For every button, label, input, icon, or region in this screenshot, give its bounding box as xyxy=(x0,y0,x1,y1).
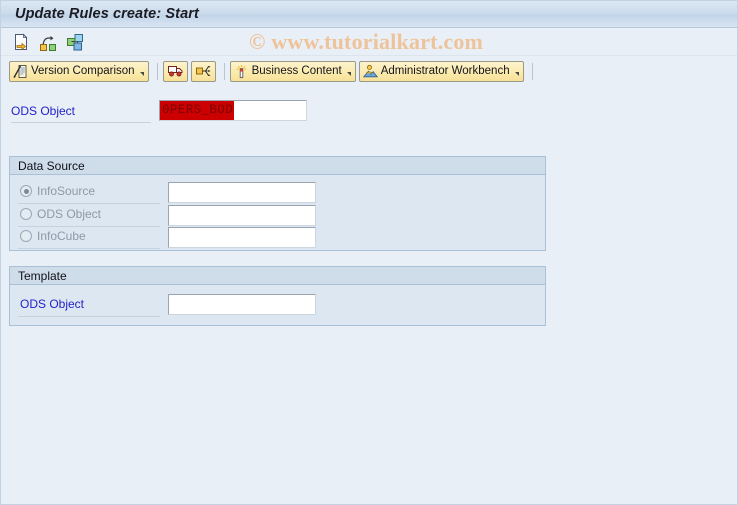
multiple-objects-icon[interactable] xyxy=(65,32,85,52)
row-underline xyxy=(11,122,151,123)
row-underline xyxy=(18,248,160,249)
template-body: ODS Object xyxy=(10,285,545,317)
administrator-workbench-button[interactable]: Administrator Workbench xyxy=(358,60,524,82)
window-titlebar: Update Rules create: Start xyxy=(1,1,737,28)
transport-truck-button[interactable] xyxy=(162,60,188,82)
ods-object-row: ODS Object 0PERS_BOD xyxy=(1,98,307,124)
infocube-value xyxy=(169,236,172,240)
business-content-button[interactable]: Business Content xyxy=(229,60,356,82)
watermark-text: © www.tutorialkart.com xyxy=(249,29,484,54)
toolbar-separator xyxy=(156,62,158,80)
template-groupbox: Template ODS Object xyxy=(9,266,546,326)
system-toolbar: © www.tutorialkart.com xyxy=(1,28,737,56)
toolbar-separator xyxy=(223,62,225,80)
copy-branch-icon[interactable] xyxy=(38,32,58,52)
chevron-down-icon[interactable] xyxy=(514,72,519,76)
data-source-legend: Data Source xyxy=(10,157,545,175)
ods-object-source-input[interactable] xyxy=(168,204,316,226)
toolbar-separator xyxy=(531,62,533,80)
template-ods-object-label: ODS Object xyxy=(20,297,85,311)
template-ods-object-input[interactable] xyxy=(168,294,316,315)
template-ods-object-value xyxy=(169,303,172,307)
ods-object-radio-group[interactable]: ODS Object xyxy=(20,207,101,221)
distribute-network-button[interactable] xyxy=(190,60,216,82)
infosource-radio-group[interactable]: InfoSource xyxy=(20,184,95,198)
application-toolbar: Version Comparison Business Content Admi… xyxy=(1,56,737,86)
administrator-workbench-label: Administrator Workbench xyxy=(380,65,510,77)
radio-button-icon[interactable] xyxy=(20,230,32,242)
version-comparison-label: Version Comparison xyxy=(31,65,135,77)
chevron-down-icon[interactable] xyxy=(139,72,144,76)
data-source-legend-label: Data Source xyxy=(18,158,85,173)
execute-document-icon[interactable] xyxy=(11,32,31,52)
infosource-value xyxy=(169,191,172,195)
version-comparison-button[interactable]: Version Comparison xyxy=(9,60,149,82)
ods-object-input[interactable]: 0PERS_BOD xyxy=(159,100,307,121)
ods-object-source-label: ODS Object xyxy=(37,206,102,221)
radio-button-icon[interactable] xyxy=(20,185,32,197)
data-source-body: InfoSource ODS Object InfoCube xyxy=(10,175,545,249)
data-source-groupbox: Data Source InfoSource ODS Object InfoCu… xyxy=(9,156,546,251)
infosource-label: InfoSource xyxy=(37,184,96,198)
radio-button-icon[interactable] xyxy=(20,207,32,220)
infosource-input[interactable] xyxy=(168,182,316,203)
infocube-input[interactable] xyxy=(168,227,316,248)
infocube-row: InfoCube xyxy=(10,226,545,249)
template-legend-label: Template xyxy=(18,268,67,283)
business-content-torch-icon xyxy=(234,64,249,79)
sap-window: Update Rules create: Start © www.tutoria… xyxy=(0,0,738,505)
chevron-down-icon[interactable] xyxy=(346,72,351,76)
distribute-network-icon xyxy=(195,63,212,79)
ods-object-value: 0PERS_BOD xyxy=(160,101,235,120)
row-underline xyxy=(18,316,160,317)
administrator-workbench-icon xyxy=(362,64,378,79)
infocube-label: InfoCube xyxy=(37,229,86,243)
template-ods-object-row: ODS Object xyxy=(10,293,545,317)
page-title: Update Rules create: Start xyxy=(15,6,199,22)
template-legend: Template xyxy=(10,267,545,285)
transport-truck-icon xyxy=(167,63,184,79)
infosource-row: InfoSource xyxy=(10,181,545,204)
form-canvas: ODS Object 0PERS_BOD Data Source InfoSou… xyxy=(1,86,737,476)
business-content-label: Business Content xyxy=(251,65,342,77)
ods-object-source-value xyxy=(169,213,172,217)
version-comparison-icon xyxy=(13,64,28,79)
ods-object-label: ODS Object xyxy=(11,104,76,118)
ods-object-source-row: ODS Object xyxy=(10,204,545,227)
infocube-radio-group[interactable]: InfoCube xyxy=(20,229,86,243)
